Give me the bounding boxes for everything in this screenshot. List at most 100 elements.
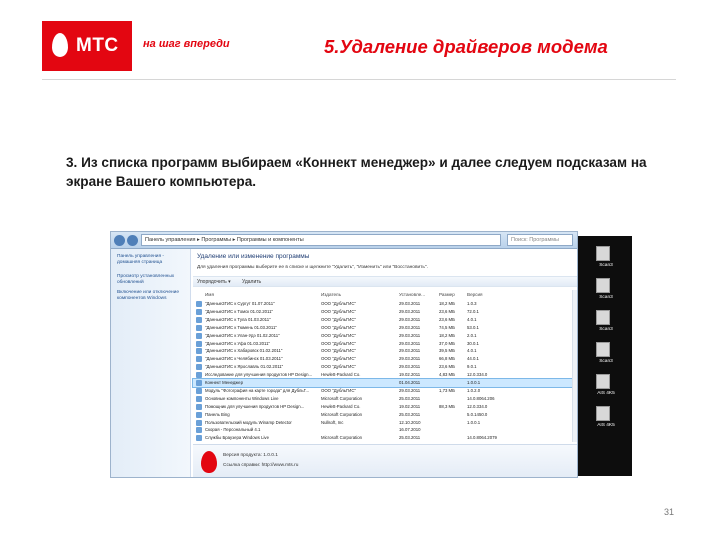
cell-size: 74,5 МБ (439, 324, 455, 330)
program-icon (196, 387, 202, 394)
cell-publisher: ООО "ДубльГИС" (321, 316, 357, 322)
cell-size: 23,6 МБ (439, 316, 455, 322)
cell-installed: 29.03.2011 (399, 364, 421, 370)
back-icon[interactable] (114, 235, 125, 246)
cell-version: 4.0.1 (467, 316, 477, 322)
cell-name: Основные компоненты Windows Live (205, 395, 279, 401)
program-row[interactable]: Исследование для улучшения продуктов HP … (193, 371, 577, 379)
cell-publisher: ООО "ДубльГИС" (321, 348, 357, 354)
details-pane: Версия продукта: 1.0.0.1 Ссылка справки:… (193, 444, 577, 477)
cell-version: 53.0.1 (467, 324, 479, 330)
forward-icon[interactable] (127, 235, 138, 246)
program-row[interactable]: "ДанныеЗГИС к Улан-Удэ 01.02.2011" ООО "Д… (193, 332, 577, 340)
program-row[interactable]: Пользовательский модуль Winamp Detector N… (193, 419, 577, 427)
program-row[interactable]: "ДанныеЗГИС к Челябинск 01.03.2011" ООО "… (193, 355, 577, 363)
program-row[interactable]: "ДанныеЗГИС к Хабаровск 01.02.2011" ООО "… (193, 347, 577, 355)
cell-installed: 01.04.2011 (399, 380, 421, 385)
help-link[interactable]: Ссылка справки: http://www.mts.ru (223, 463, 298, 468)
cell-size: 39,5 МБ (439, 348, 455, 354)
cell-publisher: ООО "ДубльГИС" (321, 356, 357, 362)
cell-publisher: Microsoft Corporation (321, 395, 363, 401)
programs-window: Панель управления ▸ Программы ▸ Программ… (110, 231, 578, 478)
page-number: 31 (664, 507, 675, 517)
cell-size: 1,73 МБ (439, 387, 455, 393)
column-version[interactable]: Версия (467, 290, 483, 299)
cell-version: 9.0.1 (467, 364, 477, 370)
cell-publisher: ООО "ДубльГИС" (321, 340, 357, 346)
cell-name: Модуль "Фотография на карте города" для … (205, 387, 310, 393)
slide-title: 5.Удаление драйверов модема (324, 36, 608, 57)
program-row[interactable]: "ДанныеЗГИС к Уфа 01.03.2011" ООО "ДубльГ… (193, 340, 577, 348)
sidebar-item-components[interactable]: Включение или отключение компонентов Win… (111, 286, 190, 302)
scrollbar[interactable] (572, 290, 577, 442)
cell-installed: 29.03.2011 (399, 387, 421, 393)
column-name[interactable]: Имя (205, 290, 214, 299)
cell-version: 14.0.8064.2079 (467, 435, 497, 441)
cell-name: Панель Bing (205, 411, 230, 417)
program-row[interactable]: "ДанныеЗГИС к Ярославль 01.02.2011" ООО "… (193, 363, 577, 371)
cell-size: 37,0 МБ (439, 340, 455, 346)
cell-version: 12.0.334.0 (467, 403, 488, 409)
cell-name: "ДанныеЗГИС к Томск 01.02.2011" (205, 308, 273, 314)
program-row[interactable]: "ДанныеЗГИС к Сургут 01.07.2011" ООО "Дуб… (193, 300, 577, 308)
program-icon (196, 419, 202, 426)
column-size[interactable]: Размер (439, 290, 455, 299)
program-row[interactable]: "ДанныеЗГИС к Томск 01.02.2011" ООО "Дубл… (193, 308, 577, 316)
sidebar-item-home[interactable]: Панель управления - домашняя страница (111, 249, 190, 266)
program-icon (196, 364, 202, 371)
cell-size: 88,3 МБ (439, 403, 455, 409)
cell-installed: 29.03.2011 (399, 332, 421, 338)
mts-egg-icon (52, 33, 68, 57)
program-row[interactable]: "ДанныеЗГИС к Тула 01.03.2011" ООО "Дубль… (193, 316, 577, 324)
cell-version: 1.0.3 (467, 301, 477, 306)
file-icon[interactable] (596, 374, 610, 389)
program-row[interactable]: Скорая - Персональный 4.1 16.07.2010 (193, 426, 577, 434)
program-icon (196, 316, 202, 323)
column-publisher[interactable]: Издатель (321, 290, 341, 299)
program-row[interactable]: Помощник для улучшения продуктов HP Desi… (193, 403, 577, 411)
cell-name: Помощник для улучшения продуктов HP Desi… (205, 403, 305, 409)
cell-version: 5.0.1450.0 (467, 411, 488, 417)
cell-publisher: Microsoft Corporation (321, 435, 363, 441)
cell-installed: 16.07.2010 (399, 427, 421, 433)
cell-publisher: ООО "ДубльГИС" (321, 308, 357, 314)
window-subheading: Для удаления программы выберите ее в спи… (197, 265, 428, 270)
desktop-label: Scan3 (599, 263, 613, 268)
cell-version: 30.0.1 (467, 340, 479, 346)
header-divider (42, 79, 676, 80)
program-row[interactable]: Модуль "Фотография на карте города" для … (193, 387, 577, 395)
cell-version: 12.0.334.0 (467, 372, 488, 378)
cell-version: 1.0.0.1 (467, 419, 481, 425)
program-row[interactable]: "ДанныеЗГИС к Тюмень 01.03.2011" ООО "Дуб… (193, 324, 577, 332)
search-input[interactable]: Поиск: Программы (507, 234, 573, 246)
column-installed[interactable]: Установле... (399, 290, 425, 299)
program-row-selected[interactable]: Коннект Менеджер 01.04.2011 1.0.0.1 (192, 378, 577, 388)
file-icon[interactable] (596, 278, 610, 293)
program-row[interactable]: Службы Браузера Windows Live Microsoft Co… (193, 434, 577, 442)
uninstall-button[interactable]: Удалить (242, 279, 261, 285)
sidebar-item-updates[interactable]: Просмотр установленных обновлений (111, 266, 190, 286)
connect-manager-icon (201, 451, 217, 473)
file-icon[interactable] (596, 406, 610, 421)
cell-size: 23,6 МБ (439, 364, 455, 370)
cell-name: Исследование для улучшения продуктов HP … (205, 372, 313, 378)
program-row[interactable]: Основные компоненты Windows Live Microsof… (193, 395, 577, 403)
cell-installed: 25.03.2011 (399, 411, 421, 417)
cell-publisher: ООО "ДубльГИС" (321, 301, 357, 306)
program-row[interactable]: Панель Bing Microsoft Corporation 25.03.20… (193, 411, 577, 419)
address-field[interactable]: Панель управления ▸ Программы ▸ Программ… (141, 234, 501, 246)
address-bar: Панель управления ▸ Программы ▸ Программ… (111, 232, 577, 249)
cell-size: 18,2 МБ (439, 332, 455, 338)
cell-installed: 29.03.2011 (399, 316, 421, 322)
file-icon[interactable] (596, 246, 610, 261)
product-version: Версия продукта: 1.0.0.1 (223, 453, 278, 458)
cell-installed: 25.03.2011 (399, 395, 421, 401)
program-icon (196, 372, 202, 379)
file-icon[interactable] (596, 342, 610, 357)
cell-installed: 29.03.2011 (399, 308, 421, 314)
slogan: на шаг впереди (143, 38, 230, 50)
file-icon[interactable] (596, 310, 610, 325)
organize-button[interactable]: Упорядочить ▾ (197, 279, 231, 285)
program-icon (196, 356, 202, 363)
cell-name: Коннект Менеджер (205, 380, 243, 385)
